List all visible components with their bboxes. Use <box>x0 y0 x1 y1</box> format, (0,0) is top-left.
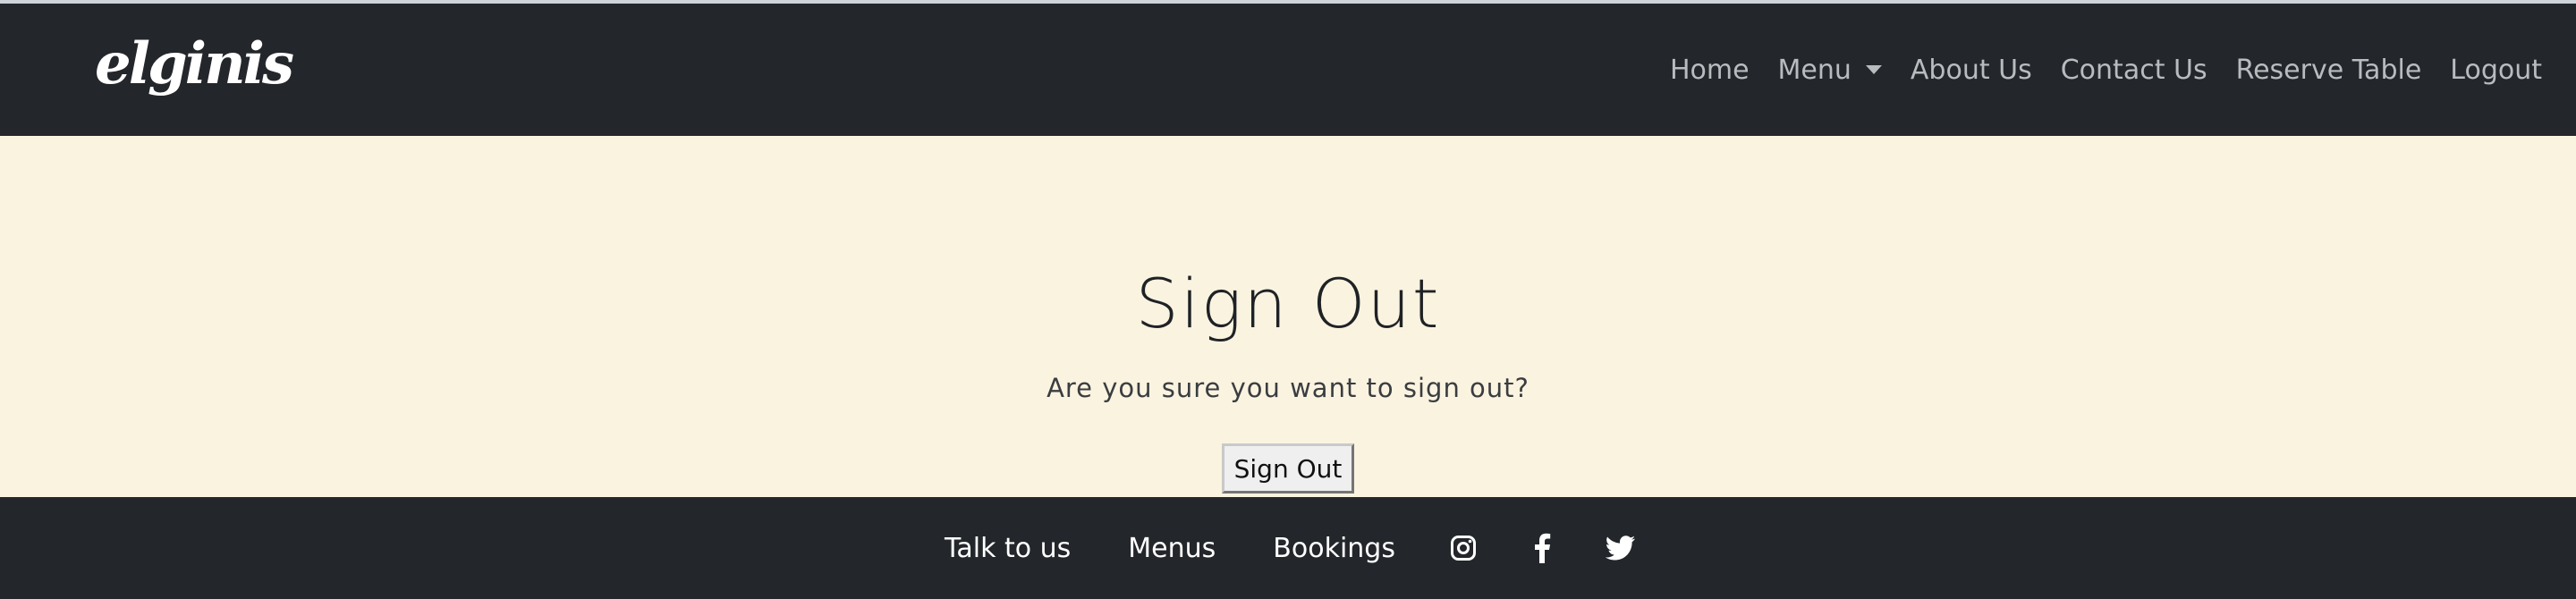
footer-link-talk-to-us[interactable]: Talk to us <box>945 533 1071 564</box>
nav-item-label: About Us <box>1910 54 2032 86</box>
nav-links: Home Menu About Us Contact Us Reserve Ta… <box>1641 4 2542 136</box>
confirmation-text: Are you sure you want to sign out? <box>1046 373 1530 403</box>
nav-item-contact-us[interactable]: Contact Us <box>2061 55 2207 86</box>
footer-link-bookings[interactable]: Bookings <box>1273 533 1395 564</box>
nav-item-label: Home <box>1669 54 1750 86</box>
nav-item-label: Contact Us <box>2060 54 2207 86</box>
nav-item-label: Reserve Table <box>2235 54 2422 86</box>
footer: Talk to us Menus Bookings <box>0 497 2576 599</box>
sign-out-button[interactable]: Sign Out <box>1222 443 1354 494</box>
brand-logo[interactable]: elginis <box>95 36 294 93</box>
nav-item-logout[interactable]: Logout <box>2450 55 2542 86</box>
footer-links: Talk to us Menus Bookings <box>0 497 2576 599</box>
facebook-icon[interactable] <box>1526 532 1558 564</box>
nav-item-home[interactable]: Home <box>1670 55 1750 86</box>
main-content: Sign Out Are you sure you want to sign o… <box>0 136 2576 497</box>
navbar: elginis Home Menu About Us Contact Us Re… <box>0 4 2576 136</box>
twitter-icon[interactable] <box>1605 532 1637 564</box>
nav-item-menu-dropdown[interactable]: Menu <box>1778 55 1882 86</box>
nav-item-reserve-table[interactable]: Reserve Table <box>2236 55 2422 86</box>
nav-item-label: Menu <box>1777 54 1852 86</box>
instagram-icon[interactable] <box>1447 532 1479 564</box>
caret-down-icon <box>1865 65 1882 74</box>
footer-link-menus[interactable]: Menus <box>1128 533 1216 564</box>
nav-item-about-us[interactable]: About Us <box>1911 55 2032 86</box>
nav-item-label: Logout <box>2450 54 2542 86</box>
page-title: Sign Out <box>1135 264 1441 343</box>
